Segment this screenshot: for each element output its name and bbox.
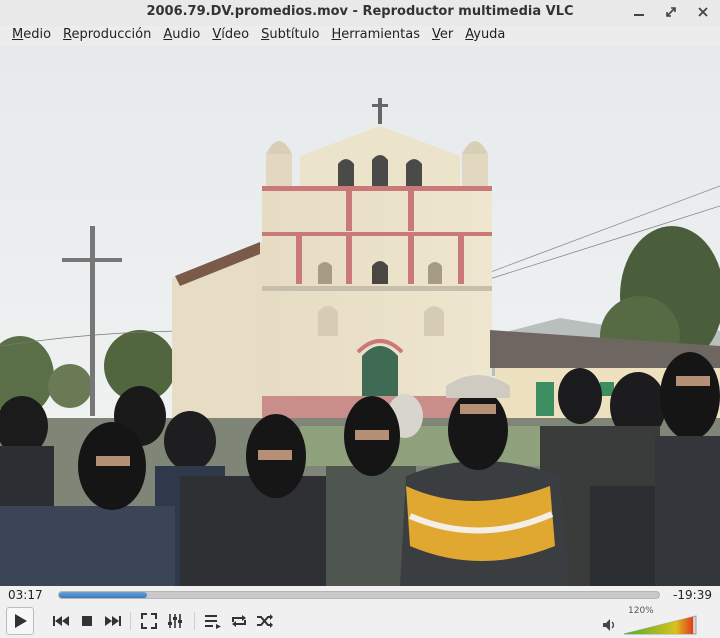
next-button[interactable]: [100, 608, 126, 634]
divider: [130, 612, 131, 630]
menu-label: udio: [172, 27, 201, 42]
menu-accelerator: M: [12, 27, 24, 42]
menu-accelerator: A: [163, 27, 173, 42]
playlist-button[interactable]: [200, 608, 226, 634]
speaker-icon[interactable]: [602, 618, 618, 632]
shuffle-button[interactable]: [252, 608, 278, 634]
seek-slider[interactable]: [58, 591, 660, 599]
skip-forward-icon: [105, 616, 121, 626]
video-display[interactable]: [0, 46, 720, 586]
menu-accelerator: H: [331, 27, 342, 42]
menu-label: eproducción: [71, 27, 152, 42]
minimize-icon[interactable]: [632, 5, 646, 19]
stop-button[interactable]: [74, 608, 100, 634]
volume-slider[interactable]: [622, 614, 698, 636]
skip-back-icon: [53, 616, 69, 626]
seek-progress: [59, 592, 147, 598]
play-button[interactable]: [6, 607, 34, 635]
menu-label: er: [439, 27, 454, 42]
window-title: 2006.79.DV.promedios.mov - Reproductor m…: [146, 4, 574, 19]
controls-bar: [0, 604, 720, 638]
loop-button[interactable]: [226, 608, 252, 634]
shuffle-icon: [257, 614, 273, 628]
stop-icon: [82, 616, 92, 626]
seek-row: 03:17 -19:39: [0, 586, 720, 604]
menu-label: ídeo: [221, 27, 250, 42]
menu-accelerator: R: [63, 27, 72, 42]
menu-item-ver[interactable]: Ver: [426, 26, 459, 46]
menu-item-reproducción[interactable]: Reproducción: [57, 26, 157, 46]
divider: [194, 612, 195, 630]
loop-icon: [232, 615, 246, 627]
menu-label: edio: [23, 27, 52, 42]
maximize-icon[interactable]: [664, 5, 678, 19]
menu-item-medio[interactable]: Medio: [6, 26, 57, 46]
equalizer-icon: [168, 614, 182, 628]
menu-item-subtítulo[interactable]: Subtítulo: [255, 26, 325, 46]
menu-item-vídeo[interactable]: Vídeo: [206, 26, 255, 46]
menu-bar: Medio Reproducción Audio Vídeo Subtítulo Herr…: [0, 26, 720, 46]
menu-item-audio[interactable]: Audio: [157, 26, 206, 46]
extended-settings-button[interactable]: [162, 608, 188, 634]
menu-label: erramientas: [341, 27, 420, 42]
playlist-icon: [205, 615, 221, 629]
close-icon[interactable]: [696, 5, 710, 19]
previous-button[interactable]: [48, 608, 74, 634]
elapsed-time: 03:17: [8, 588, 43, 602]
fullscreen-icon: [141, 613, 157, 629]
menu-item-herramientas[interactable]: Herramientas: [325, 26, 426, 46]
menu-label: ubtítulo: [269, 27, 320, 42]
menu-label: yuda: [473, 27, 506, 42]
fullscreen-button[interactable]: [136, 608, 162, 634]
menu-item-ayuda[interactable]: Ayuda: [459, 26, 511, 46]
play-icon: [15, 614, 27, 628]
menu-accelerator: V: [212, 27, 222, 42]
video-frame: [0, 46, 720, 586]
menu-accelerator: V: [432, 27, 440, 42]
title-bar[interactable]: 2006.79.DV.promedios.mov - Reproductor m…: [0, 0, 720, 26]
remaining-time[interactable]: -19:39: [673, 588, 712, 602]
